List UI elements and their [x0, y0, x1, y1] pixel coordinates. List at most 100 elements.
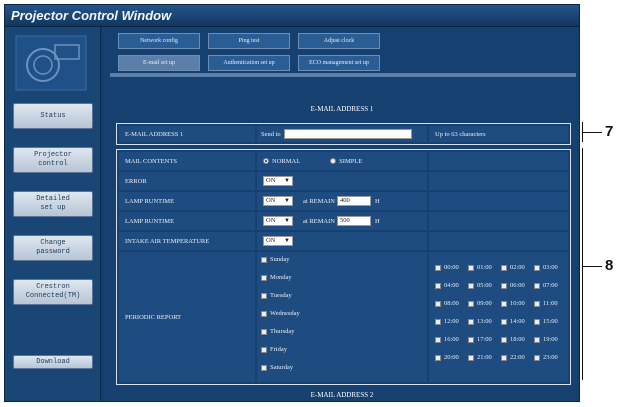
hour-label: 06:00	[510, 282, 525, 289]
tab-ping-test[interactable]: Ping test	[208, 33, 290, 49]
hour-option[interactable]: 18:00	[501, 336, 525, 343]
hour-option[interactable]: 04:00	[435, 282, 459, 289]
hour-option[interactable]: 16:00	[435, 336, 459, 343]
checkbox[interactable]	[261, 328, 267, 335]
hour-option[interactable]: 15:00	[534, 318, 558, 325]
mail-contents-label: MAIL CONTENTS	[119, 152, 255, 170]
hour-option[interactable]: 23:00	[534, 354, 558, 361]
checkbox[interactable]	[261, 274, 267, 281]
day-option[interactable]: Thursday	[261, 328, 295, 335]
hour-option[interactable]: 19:00	[534, 336, 558, 343]
hour-option[interactable]: 13:00	[468, 318, 492, 325]
lamp-runtime-select-2[interactable]: ON ▼	[263, 216, 293, 226]
checkbox[interactable]	[261, 256, 267, 263]
checkbox[interactable]	[435, 318, 441, 325]
error-select[interactable]: ON ▼	[263, 176, 293, 186]
hour-option[interactable]: 06:00	[501, 282, 525, 289]
sidebar-item-download[interactable]: Download	[13, 355, 93, 369]
email-settings-frame: MAIL CONTENTS NORMAL SIMPLE ERROR ON ▼ LA…	[116, 149, 571, 385]
empty-cell	[429, 172, 568, 190]
checkbox[interactable]	[468, 264, 474, 271]
sidebar-item-change-password[interactable]: Change password	[13, 235, 93, 261]
hour-option[interactable]: 08:00	[435, 300, 459, 307]
hour-option[interactable]: 10:00	[501, 300, 525, 307]
checkbox[interactable]	[534, 318, 540, 325]
sidebar-item-projector-control[interactable]: Projector control	[13, 147, 93, 173]
hour-option[interactable]: 14:00	[501, 318, 525, 325]
checkbox[interactable]	[435, 264, 441, 271]
lamp-hours-input-2[interactable]: 500	[336, 216, 371, 226]
day-option[interactable]: Saturday	[261, 364, 293, 371]
checkbox[interactable]	[261, 346, 267, 353]
section-title-email-address-1: E-MAIL ADDRESS 1	[310, 105, 374, 113]
checkbox[interactable]	[468, 354, 474, 361]
periodic-days-cell: Sunday Monday Tuesday Wednesday Thursday…	[257, 252, 427, 382]
hour-option[interactable]: 20:00	[435, 354, 459, 361]
checkbox[interactable]	[261, 364, 267, 371]
send-to-input[interactable]	[283, 129, 412, 139]
chevron-down-icon: ▼	[284, 178, 290, 184]
hour-label: 03:00	[543, 264, 558, 271]
checkbox[interactable]	[435, 300, 441, 307]
lamp-hours-input-1[interactable]: 400	[336, 196, 371, 206]
hour-option[interactable]: 12:00	[435, 318, 459, 325]
tab-eco-management-setup[interactable]: ECO management set up	[298, 55, 380, 71]
tab-adjust-clock[interactable]: Adjust clock	[298, 33, 380, 49]
checkbox[interactable]	[468, 282, 474, 289]
hour-option[interactable]: 11:00	[534, 300, 558, 307]
checkbox[interactable]	[468, 336, 474, 343]
checkbox[interactable]	[534, 354, 540, 361]
checkbox[interactable]	[501, 300, 507, 307]
hour-option[interactable]: 05:00	[468, 282, 492, 289]
hour-option[interactable]: 02:00	[501, 264, 525, 271]
tab-authentication-setup[interactable]: Authentication set up	[208, 55, 290, 71]
hour-label: 01:00	[477, 264, 492, 271]
checkbox[interactable]	[501, 318, 507, 325]
checkbox[interactable]	[435, 336, 441, 343]
lamp-runtime-select-1[interactable]: ON ▼	[263, 196, 293, 206]
hour-option[interactable]: 03:00	[534, 264, 558, 271]
sidebar-item-status[interactable]: Status	[13, 103, 93, 129]
intake-select[interactable]: ON ▼	[263, 236, 293, 246]
hour-option[interactable]: 17:00	[468, 336, 492, 343]
hour-label: 09:00	[477, 300, 492, 307]
tab-network-config[interactable]: Network config	[118, 33, 200, 49]
hour-option[interactable]: 22:00	[501, 354, 525, 361]
hour-option[interactable]: 01:00	[468, 264, 492, 271]
lamp-runtime-cell-2: ON ▼ at REMAIN 500 H	[257, 212, 427, 230]
simple-radio[interactable]	[330, 158, 337, 164]
checkbox[interactable]	[534, 264, 540, 271]
checkbox[interactable]	[261, 292, 267, 299]
checkbox[interactable]	[501, 264, 507, 271]
checkbox[interactable]	[501, 354, 507, 361]
send-to-cell: Send to	[257, 126, 427, 142]
day-option[interactable]: Monday	[261, 274, 292, 281]
hour-option[interactable]: 07:00	[534, 282, 558, 289]
normal-radio[interactable]	[263, 158, 269, 164]
checkbox[interactable]	[501, 282, 507, 289]
checkbox[interactable]	[534, 300, 540, 307]
day-option[interactable]: Sunday	[261, 256, 290, 263]
checkbox[interactable]	[534, 282, 540, 289]
checkbox[interactable]	[501, 336, 507, 343]
checkbox[interactable]	[435, 354, 441, 361]
hour-label: 21:00	[477, 354, 492, 361]
checkbox[interactable]	[468, 300, 474, 307]
hour-option[interactable]: 09:00	[468, 300, 492, 307]
tab-email-setup[interactable]: E-mail set up	[118, 55, 200, 71]
empty-cell	[429, 152, 568, 170]
checkbox[interactable]	[261, 310, 267, 317]
checkbox[interactable]	[534, 336, 540, 343]
hours-unit-2: H	[374, 217, 380, 225]
checkbox[interactable]	[435, 282, 441, 289]
sidebar-item-crestron-connected[interactable]: Crestron Connected(TM)	[13, 279, 93, 305]
at-remain-label-1: at REMAIN	[303, 197, 335, 205]
sidebar-item-detailed-setup[interactable]: Detailed set up	[13, 191, 93, 217]
hour-option[interactable]: 21:00	[468, 354, 492, 361]
day-option[interactable]: Friday	[261, 346, 287, 353]
checkbox[interactable]	[468, 318, 474, 325]
day-option[interactable]: Wednesday	[261, 310, 300, 317]
hour-option[interactable]: 00:00	[435, 264, 459, 271]
day-option[interactable]: Tuesday	[261, 292, 292, 299]
intake-air-temperature-label: INTAKE AIR TEMPERATURE	[119, 232, 255, 250]
